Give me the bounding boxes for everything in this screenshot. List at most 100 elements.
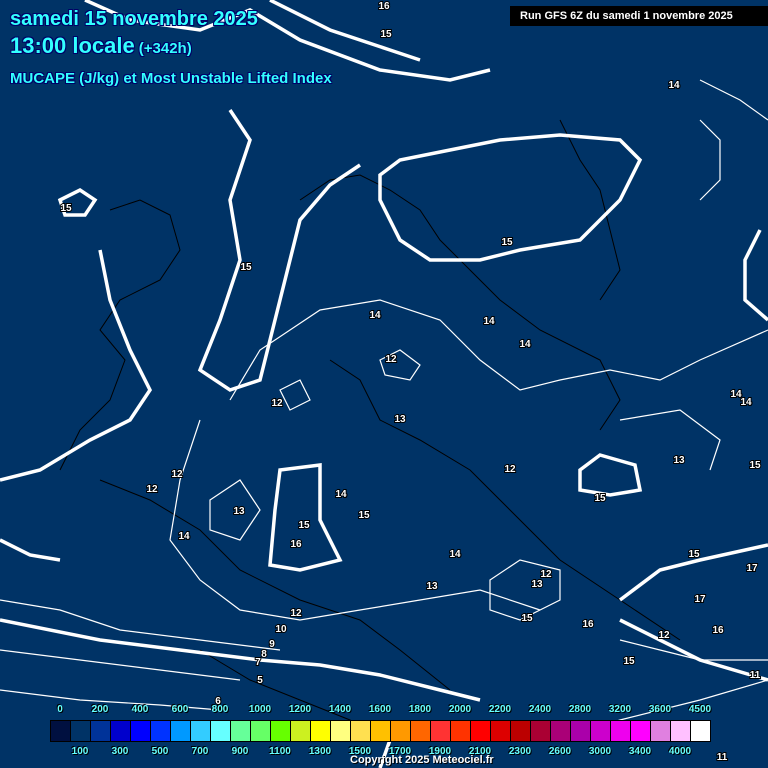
run-info: Run GFS 6Z du samedi 1 novembre 2025 — [510, 6, 768, 26]
contour-label: 17 — [746, 563, 758, 574]
legend-swatch — [571, 721, 591, 741]
contour-label: 12 — [171, 469, 183, 480]
legend-swatch — [51, 721, 71, 741]
legend-label: 4500 — [688, 704, 712, 715]
contour-label: 14 — [668, 80, 680, 91]
legend-swatch — [371, 721, 391, 741]
legend-swatch — [551, 721, 571, 741]
contour-label: 12 — [504, 464, 516, 475]
contour-label: 12 — [271, 398, 283, 409]
legend-label: 400 — [131, 704, 149, 715]
contour-label: 15 — [501, 237, 513, 248]
copyright: Copyright 2025 Meteociel.fr — [350, 754, 494, 766]
legend-label: 4000 — [668, 746, 692, 757]
contour-label: 14 — [740, 397, 752, 408]
legend-label: 1100 — [269, 746, 291, 757]
field-title: MUCAPE (J/kg) et Most Unstable Lifted In… — [10, 70, 332, 87]
contour-label: 15 — [521, 613, 533, 624]
legend-swatch — [471, 721, 491, 741]
forecast-date: samedi 15 novembre 2025 — [10, 8, 258, 30]
legend-swatch — [631, 721, 651, 741]
contour-label: 13 — [673, 455, 685, 466]
contour-label: 14 — [519, 339, 531, 350]
legend-label: 3200 — [608, 704, 632, 715]
legend-label: 800 — [211, 704, 229, 715]
forecast-time: 13:00 locale (+342h) — [10, 33, 192, 59]
contour-label: 9 — [269, 639, 275, 650]
contour-label: 5 — [257, 675, 263, 686]
contour-label: 15 — [298, 520, 310, 531]
legend-swatch — [611, 721, 631, 741]
legend-swatch — [511, 721, 531, 741]
legend-label: 500 — [151, 746, 169, 757]
legend-swatch — [591, 721, 611, 741]
contour-label: 15 — [60, 203, 72, 214]
contour-label: 12 — [385, 354, 397, 365]
legend-label: 1800 — [408, 704, 432, 715]
legend-label: 900 — [231, 746, 249, 757]
contour-label: 16 — [582, 619, 594, 630]
legend-swatch — [671, 721, 691, 741]
legend-swatch — [391, 721, 411, 741]
legend-label: 100 — [71, 746, 89, 757]
contour-label: 7 — [255, 657, 261, 668]
legend-label: 2200 — [488, 704, 512, 715]
contour-label: 16 — [712, 625, 724, 636]
contour-label: 15 — [623, 656, 635, 667]
local-time: 13:00 locale — [10, 33, 135, 58]
contour-label: 12 — [290, 608, 302, 619]
legend-swatch — [431, 721, 451, 741]
contour-label: 13 — [531, 579, 543, 590]
color-legend — [50, 720, 711, 742]
contour-label: 14 — [335, 489, 347, 500]
contour-label: 15 — [688, 549, 700, 560]
legend-label: 700 — [191, 746, 209, 757]
contour-label: 12 — [658, 630, 670, 641]
contour-label: 11 — [717, 752, 728, 763]
map-canvas: 16 15 14 15 15 15 14 14 14 12 12 13 14 14 12 12 13 12 13 15… — [0, 0, 768, 768]
thick-isolines — [0, 0, 768, 768]
legend-swatch — [131, 721, 151, 741]
contour-label: 16 — [290, 539, 302, 550]
legend-label: 200 — [91, 704, 109, 715]
legend-swatch — [191, 721, 211, 741]
legend-swatch — [271, 721, 291, 741]
legend-swatch — [151, 721, 171, 741]
legend-swatch — [331, 721, 351, 741]
legend-swatch — [411, 721, 431, 741]
legend-swatch — [211, 721, 231, 741]
contour-label: 13 — [394, 414, 406, 425]
contour-label: 16 — [378, 1, 390, 12]
lead-time: (+342h) — [138, 40, 192, 57]
legend-label: 300 — [111, 746, 129, 757]
legend-label: 3000 — [588, 746, 612, 757]
contour-label: 15 — [240, 262, 252, 273]
contour-label: 14 — [369, 310, 381, 321]
legend-label: 3600 — [648, 704, 672, 715]
contour-label: 8 — [261, 649, 267, 660]
legend-swatch — [171, 721, 191, 741]
legend-swatch — [491, 721, 511, 741]
legend-swatch — [311, 721, 331, 741]
legend-label: 2400 — [528, 704, 552, 715]
contour-label: 15 — [380, 29, 392, 40]
legend-swatch — [111, 721, 131, 741]
contour-label: 10 — [275, 624, 287, 635]
legend-swatch — [691, 721, 710, 741]
contour-label: 13 — [233, 506, 245, 517]
contour-label: 13 — [426, 581, 438, 592]
legend-label: 1200 — [288, 704, 312, 715]
legend-label: 600 — [171, 704, 189, 715]
legend-label: 1600 — [368, 704, 392, 715]
contour-label: 11 — [750, 670, 761, 681]
contour-label: 17 — [694, 594, 706, 605]
legend-label: 1000 — [248, 704, 272, 715]
legend-swatch — [351, 721, 371, 741]
legend-label: 2800 — [568, 704, 592, 715]
legend-label: 2000 — [448, 704, 472, 715]
contour-label: 15 — [358, 510, 370, 521]
legend-swatch — [91, 721, 111, 741]
contour-label: 14 — [178, 531, 190, 542]
legend-swatch — [71, 721, 91, 741]
legend-label: 3400 — [628, 746, 652, 757]
